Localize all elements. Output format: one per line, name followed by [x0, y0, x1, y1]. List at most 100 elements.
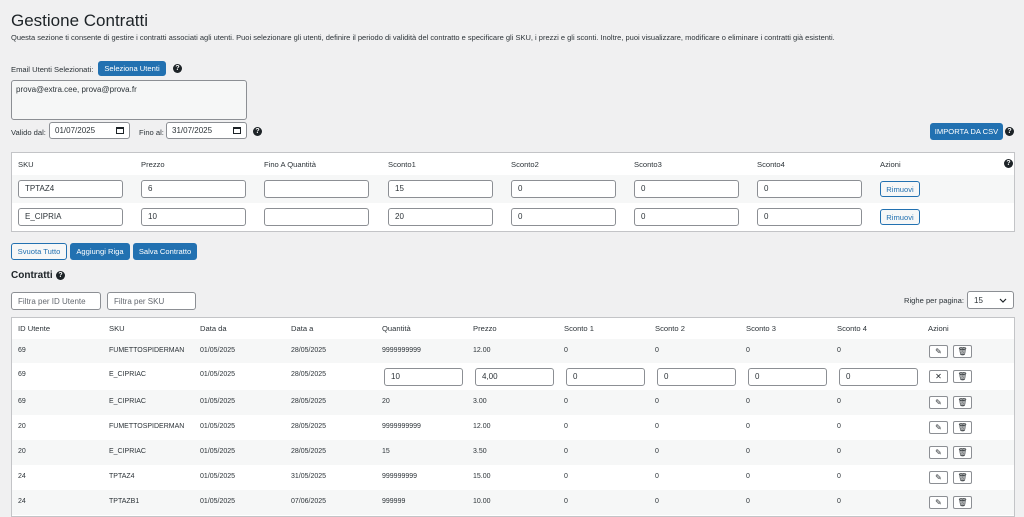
- table-row: 20 E_CIPRIAC 01/05/2025 28/05/2025 15 3.…: [12, 440, 1014, 465]
- sconto3-edit-input[interactable]: 0: [748, 368, 827, 386]
- help-icon[interactable]: ?: [1005, 127, 1014, 136]
- sconto2-edit-input[interactable]: 0: [657, 368, 736, 386]
- sconto1-edit-input[interactable]: 0: [566, 368, 645, 386]
- prezzo-input[interactable]: 6: [141, 180, 246, 198]
- pencil-icon: ✎: [935, 347, 942, 356]
- cell-sconto-2: 0: [655, 423, 659, 430]
- selected-emails-textarea[interactable]: prova@extra.cee, prova@prova.fr: [11, 80, 247, 120]
- cell-quantita: 999999999: [382, 473, 418, 480]
- cell-sku: E_CIPRIAC: [109, 371, 146, 378]
- editor-header-row: SKU Prezzo Fino A Quantità Sconto1 Scont…: [12, 153, 1014, 175]
- save-contract-button[interactable]: Salva Contratto: [133, 243, 197, 260]
- cell-sconto-1: 0: [564, 423, 568, 430]
- pencil-icon: ✎: [935, 423, 942, 432]
- delete-button[interactable]: 🗑: [953, 471, 972, 484]
- filter-user-id-input[interactable]: Filtra per ID Utente: [11, 292, 101, 310]
- filter-sku-input[interactable]: Filtra per SKU: [107, 292, 196, 310]
- sconto2-input[interactable]: 0: [511, 180, 616, 198]
- cell-sconto-4: 0: [837, 498, 841, 505]
- table-row-editing: 69 E_CIPRIAC 01/05/2025 28/05/2025 10 4,…: [12, 363, 1014, 390]
- cell-sku: FUMETTOSPIDERMAN: [109, 423, 185, 430]
- header-fino-quantita: Fino A Quantità: [264, 160, 316, 169]
- cell-sku: TPTAZ4: [109, 473, 135, 480]
- header-azioni: Azioni: [928, 324, 949, 333]
- cell-quantita: 9999999999: [382, 347, 421, 354]
- help-icon[interactable]: ?: [173, 64, 182, 73]
- close-icon: ✕: [935, 372, 942, 381]
- prezzo-edit-input[interactable]: 4,00: [475, 368, 554, 386]
- cell-sconto-1: 0: [564, 398, 568, 405]
- header-data-a: Data a: [291, 324, 314, 333]
- calendar-icon[interactable]: [116, 127, 124, 134]
- header-quantita: Quantità: [382, 324, 411, 333]
- help-icon[interactable]: ?: [253, 127, 262, 136]
- help-icon[interactable]: ?: [1004, 159, 1013, 168]
- edit-button[interactable]: ✎: [929, 446, 948, 459]
- pencil-icon: ✎: [935, 448, 942, 457]
- cell-sconto-1: 0: [564, 347, 568, 354]
- cancel-edit-button[interactable]: ✕: [929, 370, 948, 383]
- sku-input[interactable]: E_CIPRIA: [18, 208, 123, 226]
- cell-prezzo: 15.00: [473, 473, 491, 480]
- sconto4-edit-input[interactable]: 0: [839, 368, 918, 386]
- sconto4-input[interactable]: 0: [757, 180, 862, 198]
- edit-button[interactable]: ✎: [929, 471, 948, 484]
- cell-sconto-4: 0: [837, 347, 841, 354]
- fino-quantita-input[interactable]: [264, 180, 369, 198]
- edit-button[interactable]: ✎: [929, 421, 948, 434]
- sku-input[interactable]: TPTAZ4: [18, 180, 123, 198]
- delete-button[interactable]: 🗑: [953, 345, 972, 358]
- valid-from-date-input[interactable]: 01/07/2025: [49, 122, 130, 139]
- cell-data-a: 31/05/2025: [291, 473, 327, 480]
- remove-row-button[interactable]: Rimuovi: [880, 209, 920, 225]
- edit-button[interactable]: ✎: [929, 396, 948, 409]
- sconto3-input[interactable]: 0: [634, 208, 739, 226]
- cell-id: 69: [18, 371, 26, 378]
- valid-to-date-input[interactable]: 31/07/2025: [166, 122, 247, 139]
- cell-sconto-3: 0: [746, 398, 750, 405]
- filter-sku-placeholder: Filtra per SKU: [114, 297, 165, 306]
- sconto2-input[interactable]: 0: [511, 208, 616, 226]
- calendar-icon[interactable]: [233, 127, 241, 134]
- help-icon[interactable]: ?: [56, 271, 65, 280]
- cell-quantita: 9999999999: [382, 423, 421, 430]
- header-data-da: Data da: [200, 324, 227, 333]
- trash-icon: 🗑: [957, 498, 968, 507]
- quantita-edit-input[interactable]: 10: [384, 368, 463, 386]
- remove-row-button[interactable]: Rimuovi: [880, 181, 920, 197]
- cell-data-da: 01/05/2025: [200, 448, 236, 455]
- cell-id: 69: [18, 347, 26, 354]
- add-row-button[interactable]: Aggiungi Riga: [70, 243, 130, 260]
- sconto1-input[interactable]: 20: [388, 208, 493, 226]
- cell-data-a: 28/05/2025: [291, 347, 327, 354]
- table-row: 69 FUMETTOSPIDERMAN 01/05/2025 28/05/202…: [12, 339, 1014, 363]
- page-description: Questa sezione ti consente di gestire i …: [11, 33, 835, 42]
- cell-prezzo: 10.00: [473, 498, 491, 505]
- sconto3-input[interactable]: 0: [634, 180, 739, 198]
- cell-sconto-4: 0: [837, 448, 841, 455]
- cell-sconto-1: 0: [564, 473, 568, 480]
- rows-per-page-value: 15: [974, 295, 983, 305]
- import-csv-button[interactable]: IMPORTA DA CSV: [930, 123, 1003, 140]
- fino-quantita-input[interactable]: [264, 208, 369, 226]
- header-sconto-4: Sconto 4: [837, 324, 867, 333]
- cell-id: 20: [18, 448, 26, 455]
- delete-button[interactable]: 🗑: [953, 421, 972, 434]
- prezzo-input[interactable]: 10: [141, 208, 246, 226]
- edit-button[interactable]: ✎: [929, 345, 948, 358]
- select-users-button[interactable]: Seleziona Utenti: [98, 61, 166, 76]
- delete-button[interactable]: 🗑: [953, 396, 972, 409]
- contracts-table: ID Utente SKU Data da Data a Quantità Pr…: [11, 317, 1015, 517]
- clear-all-button[interactable]: Svuota Tutto: [11, 243, 67, 260]
- sconto1-input[interactable]: 15: [388, 180, 493, 198]
- rows-per-page-select[interactable]: 15: [967, 291, 1014, 309]
- delete-button[interactable]: 🗑: [953, 496, 972, 509]
- cell-data-da: 01/05/2025: [200, 498, 236, 505]
- delete-button[interactable]: 🗑: [953, 446, 972, 459]
- sconto4-input[interactable]: 0: [757, 208, 862, 226]
- header-sconto-2: Sconto 2: [655, 324, 685, 333]
- delete-button[interactable]: 🗑: [953, 370, 972, 383]
- trash-icon: 🗑: [957, 398, 968, 407]
- edit-button[interactable]: ✎: [929, 496, 948, 509]
- cell-sconto-2: 0: [655, 448, 659, 455]
